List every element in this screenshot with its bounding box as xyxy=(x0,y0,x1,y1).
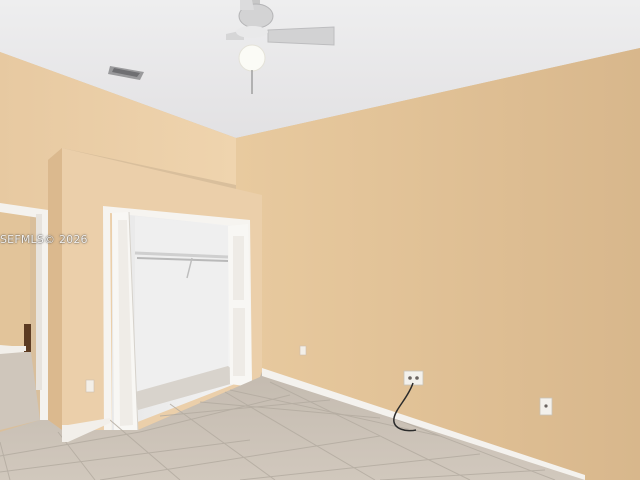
closet-wall-side xyxy=(48,148,62,430)
room-illustration xyxy=(0,0,640,480)
fan-light-bulb xyxy=(238,44,266,72)
outlet-closet-wall xyxy=(85,379,95,393)
outlet-center xyxy=(403,370,424,386)
closet-door-right-panel-bottom xyxy=(233,308,245,376)
switch-small xyxy=(299,345,307,356)
outlet-center-socket-b xyxy=(415,376,419,380)
outlet-right-socket xyxy=(544,404,548,408)
closet-door-right-panel-top xyxy=(233,236,244,300)
hallway-floor xyxy=(0,345,40,430)
outlet-center-socket-a xyxy=(408,376,412,380)
watermark-text: SEFMLS© 2026 xyxy=(0,233,88,246)
closet-back-wall xyxy=(135,216,228,392)
bedroom-photo: SEFMLS© 2026 xyxy=(0,0,640,480)
